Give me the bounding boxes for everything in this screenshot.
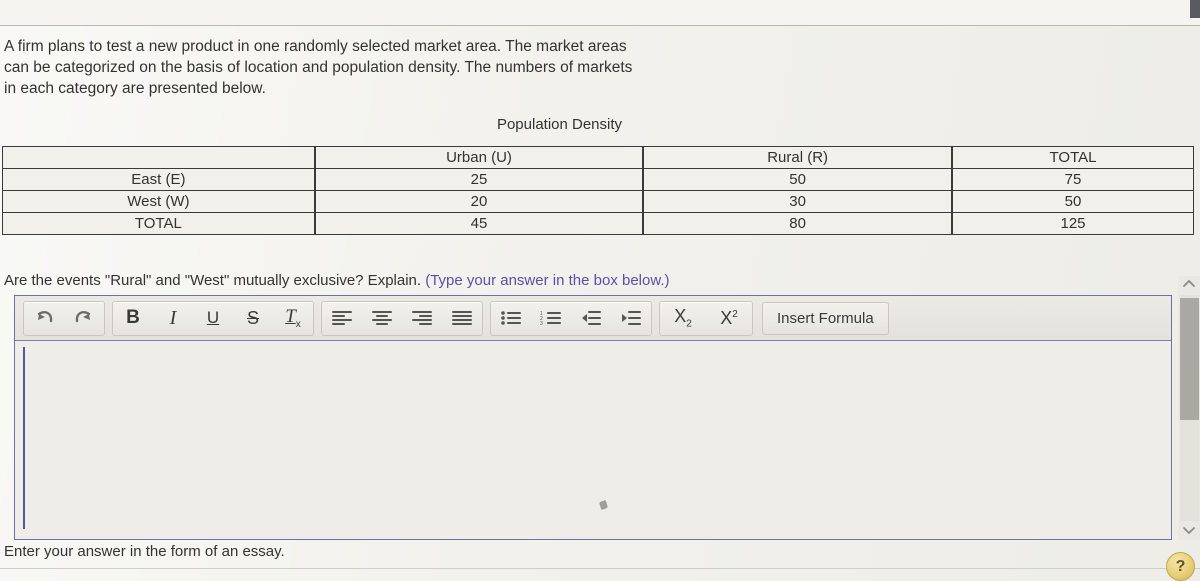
superscript-icon: X2	[720, 307, 738, 328]
numbered-list-button[interactable]: 123	[531, 303, 571, 334]
table-row: West (W) 20 30 50	[2, 190, 1194, 212]
strikethrough-icon: S	[246, 307, 259, 328]
essay-instruction: Enter your answer in the form of an essa…	[4, 543, 285, 560]
insert-formula-label: Insert Formula	[777, 309, 874, 327]
rich-text-editor[interactable]: B I U S Tx 1 2 3 X2 X2 Insert Formula	[14, 295, 1172, 540]
table-caption-text: Population Density	[496, 116, 623, 133]
cell-east-urban: 25	[314, 168, 644, 190]
numbered-list-icon: 123	[540, 310, 562, 326]
toolbar-group-history	[23, 300, 105, 336]
outdent-icon	[580, 310, 602, 326]
header-cell-blank	[2, 146, 315, 168]
text-cursor	[23, 347, 25, 529]
cell-east-total: 75	[952, 168, 1194, 190]
top-divider	[0, 25, 1200, 26]
problem-statement: A firm plans to test a new product in on…	[4, 38, 633, 97]
cell-west-urban: 20	[314, 190, 644, 212]
chevron-up-icon	[1182, 276, 1196, 294]
bottom-divider	[0, 568, 1200, 569]
italic-icon: I	[169, 306, 177, 329]
toolbar-group-align	[321, 300, 483, 336]
bulleted-list-button[interactable]	[491, 303, 531, 334]
answer-textarea[interactable]	[15, 341, 1171, 539]
scrollbar-thumb[interactable]	[1180, 298, 1199, 420]
outdent-button[interactable]	[571, 303, 611, 334]
top-right-notch	[1190, 0, 1200, 18]
bulleted-list-icon	[500, 310, 522, 326]
svg-text:3: 3	[540, 321, 543, 326]
align-justify-button[interactable]	[442, 303, 482, 334]
align-left-icon	[331, 310, 353, 326]
underline-icon: U	[206, 308, 220, 327]
undo-icon	[33, 308, 55, 328]
subscript-icon: X2	[674, 306, 692, 330]
align-right-button[interactable]	[402, 303, 442, 334]
top-strip	[0, 0, 1200, 26]
scroll-up-button[interactable]	[1178, 276, 1200, 294]
strikethrough-button[interactable]: S	[233, 303, 273, 334]
align-right-icon	[411, 310, 433, 326]
align-justify-icon	[451, 310, 473, 326]
help-button[interactable]: ?	[1166, 552, 1195, 581]
cell-grand-total: 125	[952, 212, 1194, 235]
redo-button[interactable]	[64, 303, 104, 334]
cell-total-rural: 80	[643, 212, 953, 235]
vertical-scrollbar[interactable]	[1178, 276, 1200, 540]
redo-icon	[73, 308, 95, 328]
cell-total-urban: 45	[314, 212, 644, 235]
italic-button[interactable]: I	[153, 303, 193, 334]
superscript-button[interactable]: X2	[706, 303, 752, 334]
help-icon: ?	[1175, 557, 1186, 575]
bold-button[interactable]: B	[113, 303, 153, 334]
subscript-button[interactable]: X2	[660, 303, 706, 334]
cell-west-rural: 30	[643, 190, 953, 212]
toolbar-group-format: B I U S Tx	[112, 300, 314, 336]
question-prompt: Are the events "Rural" and "West" mutual…	[4, 272, 670, 289]
toolbar-group-script: X2 X2	[659, 300, 753, 336]
question-hint: (Type your answer in the box below.)	[425, 272, 670, 289]
clear-format-button[interactable]: Tx	[273, 303, 313, 334]
cell-east-rural: 50	[643, 168, 953, 190]
header-cell-total: TOTAL	[952, 146, 1194, 168]
table-caption: Population Density	[0, 116, 1195, 133]
question-text: Are the events "Rural" and "West" mutual…	[4, 272, 426, 289]
contingency-table: Urban (U) Rural (R) TOTAL East (E) 25 50…	[2, 146, 1194, 235]
cell-west-total: 50	[952, 190, 1194, 212]
row-label-west: West (W)	[2, 190, 315, 212]
undo-button[interactable]	[24, 303, 64, 334]
toolbar-group-lists: 123	[490, 300, 652, 336]
indent-icon	[620, 310, 642, 326]
underline-button[interactable]: U	[193, 303, 233, 334]
header-cell-rural: Rural (R)	[643, 146, 953, 168]
indent-button[interactable]	[611, 303, 651, 334]
align-center-button[interactable]	[362, 303, 402, 334]
clear-format-icon: Tx	[285, 306, 301, 330]
header-cell-urban: Urban (U)	[314, 146, 644, 168]
editor-toolbar: B I U S Tx 1 2 3 X2 X2 Insert Formula	[15, 296, 1171, 341]
bold-icon: B	[126, 307, 140, 328]
table-row: TOTAL 45 80 125	[2, 212, 1194, 235]
table-header-row: Urban (U) Rural (R) TOTAL	[2, 146, 1194, 168]
mouse-pointer-artifact	[598, 500, 609, 510]
align-center-icon	[371, 310, 393, 326]
row-label-total: TOTAL	[2, 212, 315, 235]
table-row: East (E) 25 50 75	[2, 168, 1194, 190]
align-left-button[interactable]	[322, 303, 362, 334]
insert-formula-button[interactable]: Insert Formula	[762, 301, 889, 335]
chevron-down-icon	[1182, 522, 1196, 540]
row-label-east: East (E)	[2, 168, 315, 190]
scroll-down-button[interactable]	[1178, 522, 1200, 540]
